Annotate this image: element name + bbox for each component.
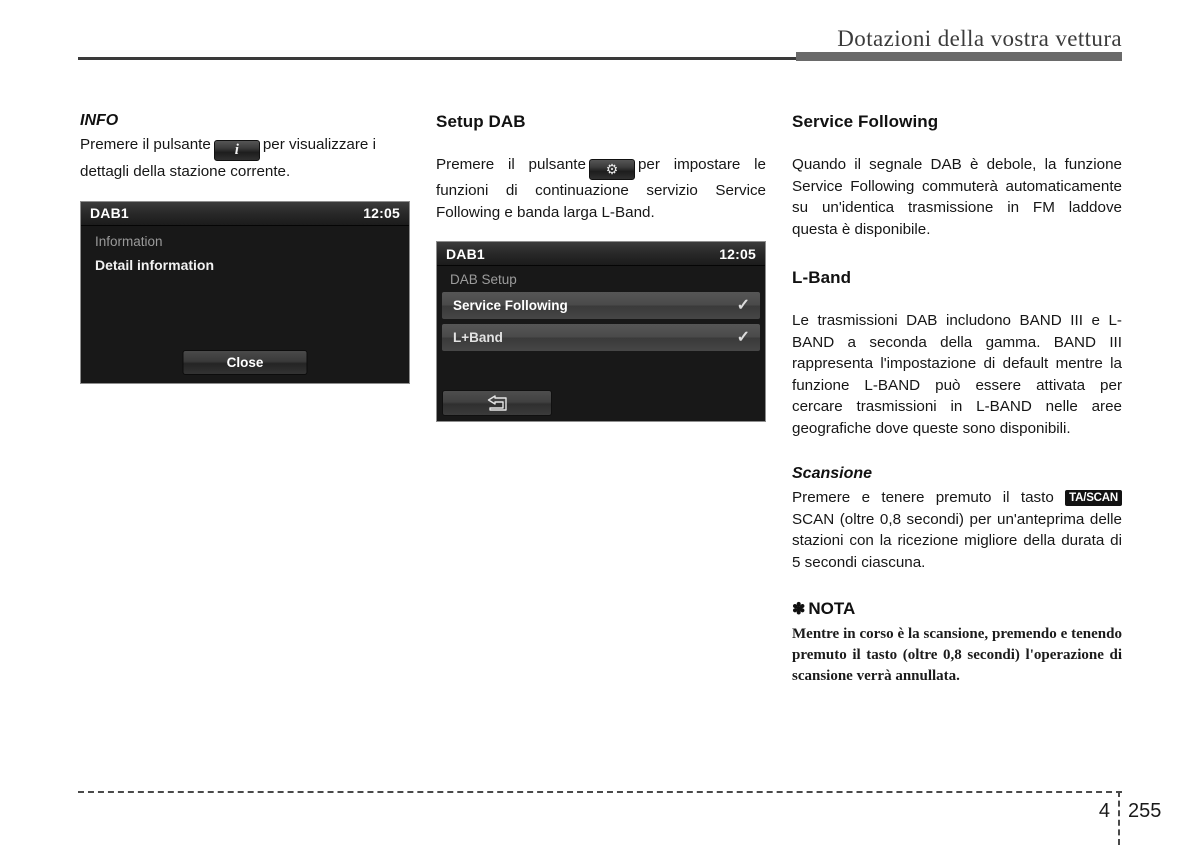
info-paragraph: Premere il pulsante i per visualizzare i d…	[80, 134, 410, 183]
l-band-paragraph: Le trasmissioni DAB includono BAND III e…	[792, 312, 1122, 437]
column-right: Service Following Quando il segnale DAB …	[792, 112, 1122, 687]
l-band-heading: L-Band	[792, 268, 852, 287]
screen-clock: 12:05	[363, 205, 400, 221]
scansione-text-before: Premere e tenere premuto il tasto	[792, 489, 1054, 506]
screen-clock: 12:05	[719, 245, 756, 262]
list-item-label: L+Band	[453, 330, 503, 345]
screen-titlebar: DAB1 12:05	[81, 201, 409, 226]
asterisk-icon: ✽	[792, 601, 806, 618]
column-middle: Setup DAB Premere il pulsante ⚙ per impost…	[436, 112, 766, 422]
back-button[interactable]	[442, 390, 552, 416]
column-left: INFO Premere il pulsante i per visualizzar…	[80, 112, 410, 384]
check-icon: ✓	[736, 296, 750, 314]
screen-subtitle: Information	[95, 233, 163, 249]
screen-detail-text: Detail information	[95, 256, 215, 273]
scansione-heading: Scansione	[792, 465, 873, 482]
page-title: Dotazioni della vostra vettura	[837, 26, 1122, 51]
setup-text-before: Premere il pulsante	[436, 156, 586, 173]
ta-scan-badge: TA/SCAN	[1065, 490, 1122, 506]
info-heading: INFO	[80, 112, 119, 129]
page-header: Dotazioni della vostra vettura	[0, 0, 1200, 70]
screen-source-label: DAB1	[90, 205, 129, 221]
nota-heading-label: NOTA	[808, 599, 856, 618]
screen-subtitle: DAB Setup	[450, 272, 517, 287]
setup-dab-heading: Setup DAB	[436, 112, 526, 131]
radio-screen-information: DAB1 12:05 Information Detail informatio…	[80, 200, 410, 384]
list-item-service-following[interactable]: Service Following ✓	[442, 292, 760, 319]
footer-rule	[78, 791, 1122, 793]
screen-body: Information Detail information Close	[81, 225, 409, 383]
footer-chapter-number: 4	[1098, 800, 1110, 822]
back-arrow-icon	[486, 395, 508, 411]
radio-screen-dab-setup: DAB1 12:05 DAB Setup Service Following ✓…	[436, 241, 766, 422]
close-button[interactable]: Close	[182, 349, 308, 375]
check-icon: ✓	[736, 328, 750, 346]
screen-body: DAB Setup Service Following ✓ L+Band ✓	[437, 266, 765, 421]
list-item-label: Service Following	[453, 298, 568, 313]
service-following-heading: Service Following	[792, 112, 939, 131]
header-rule-thin	[78, 57, 796, 60]
gear-icon: ⚙	[588, 159, 635, 180]
footer-divider	[1118, 791, 1120, 845]
screen-source-label: DAB1	[446, 245, 485, 262]
scansione-text-after: SCAN (oltre 0,8 secondi) per un'anteprim…	[792, 510, 1122, 571]
nota-paragraph: Mentre in corso è la scansione, premendo…	[792, 626, 1122, 684]
header-rule-thick	[796, 52, 1122, 61]
info-text-before: Premere il pulsante	[80, 136, 211, 153]
setup-dab-paragraph: Premere il pulsante ⚙ per impostare le fun…	[436, 154, 766, 223]
scansione-paragraph: Premere e tenere premuto il tasto TA/SCA…	[792, 487, 1122, 573]
nota-heading: ✽ NOTA	[792, 599, 1122, 619]
list-item-l-band[interactable]: L+Band ✓	[442, 324, 760, 351]
screen-titlebar: DAB1 12:05	[437, 242, 765, 266]
footer-page-number: 255	[1128, 800, 1162, 822]
info-i-icon: i	[213, 140, 260, 161]
service-following-paragraph: Quando il segnale DAB è debole, la funzi…	[792, 156, 1122, 238]
